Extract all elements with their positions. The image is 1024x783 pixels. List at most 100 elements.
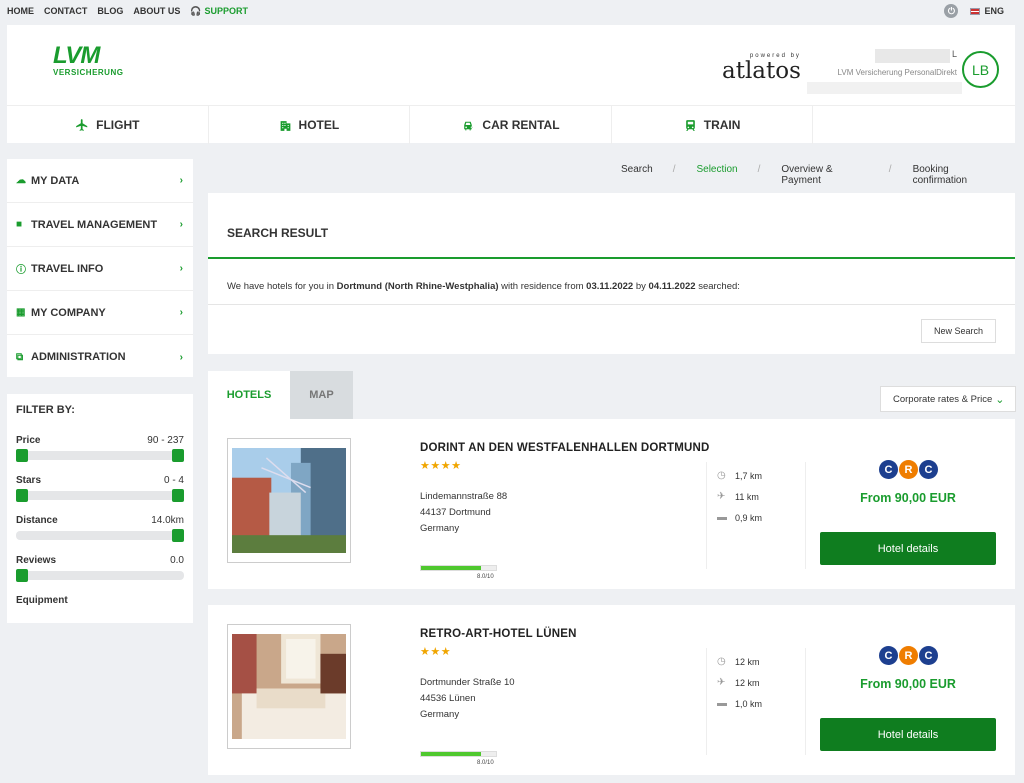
step-separator: / <box>672 164 676 175</box>
distance-train: ▬ 1,0 km <box>717 693 805 714</box>
equipment-label[interactable]: Equipment <box>16 595 184 606</box>
tab-hotels[interactable]: HOTELS <box>208 371 290 419</box>
about-us-link[interactable]: ABOUT US <box>133 6 180 16</box>
tab-train[interactable]: TRAIN <box>612 106 814 144</box>
step-search[interactable]: Search <box>621 164 653 186</box>
stars-min-handle[interactable] <box>16 489 28 502</box>
stars-value: 0 - 4 <box>163 475 184 486</box>
rating-fill <box>421 566 481 570</box>
blog-link[interactable]: BLOG <box>97 6 123 16</box>
hotel-city: 44137 Dortmund <box>420 507 491 518</box>
divider <box>208 257 1015 259</box>
search-result-title: SEARCH RESULT <box>227 226 329 240</box>
price-slider[interactable] <box>16 449 184 462</box>
power-icon[interactable]: ⏻ <box>944 4 959 18</box>
sidebar-item-travel-info[interactable]: ⓘ TRAVEL INFO › <box>7 247 193 291</box>
hotel-distances: ◷ 12 km ✈ 12 km ▬ 1,0 km <box>706 648 806 755</box>
summary-city: Dortmund (North Rhine-Westphalia) <box>336 281 499 292</box>
search-summary: We have hotels for you in Dortmund (Nort… <box>227 281 740 292</box>
distance-center-value: 1,7 km <box>735 470 763 481</box>
sidebar-item-label: ADMINISTRATION <box>31 351 126 363</box>
sidebar-item-administration[interactable]: ⧉ ADMINISTRATION › <box>7 335 193 379</box>
hotel-image[interactable] <box>227 438 351 563</box>
rating-bar <box>420 565 497 571</box>
summary-mid: with residence from <box>501 281 584 292</box>
uk-flag-icon <box>970 7 981 15</box>
step-overview-payment: Overview & Payment <box>781 164 833 186</box>
car-icon <box>464 121 473 130</box>
tab-hotel-label: HOTEL <box>298 118 340 132</box>
sort-dropdown[interactable]: Corporate rates & Price ⌄ <box>880 386 1016 412</box>
hotel-details-button[interactable]: Hotel details <box>820 718 996 751</box>
chevron-right-icon: › <box>179 307 183 318</box>
crc-badge: C R C <box>879 460 938 479</box>
tab-flight[interactable]: FLIGHT <box>7 106 209 144</box>
filter-panel: FILTER BY: Price 90 - 237 Stars 0 - 4 Di… <box>7 394 193 623</box>
language-label: ENG <box>984 6 1004 16</box>
crc-c-icon: C <box>879 460 898 479</box>
price-min-handle[interactable] <box>16 449 28 462</box>
lvm-logo[interactable]: LVM VERSICHERUNG <box>53 42 123 78</box>
price-filter-row: Price 90 - 237 <box>16 435 184 447</box>
stars-slider[interactable] <box>16 489 184 502</box>
filter-title: FILTER BY: <box>16 404 75 416</box>
stars-max-handle[interactable] <box>172 489 184 502</box>
distance-airport-value: 12 km <box>735 677 760 688</box>
crc-c2-icon: C <box>919 646 938 665</box>
sidebar-item-travel-management[interactable]: ■ TRAVEL MANAGEMENT › <box>7 203 193 247</box>
tab-map[interactable]: MAP <box>290 371 353 419</box>
tab-car-rental-label: CAR RENTAL <box>482 118 560 132</box>
hotel-image[interactable] <box>227 624 351 749</box>
new-search-button[interactable]: New Search <box>921 319 996 343</box>
distance-slider[interactable] <box>16 529 184 542</box>
tab-hotel[interactable]: HOTEL <box>209 106 411 144</box>
top-bar: HOME CONTACT BLOG ABOUT US 🎧 SUPPORT ⏻ E… <box>0 0 1024 22</box>
home-link[interactable]: HOME <box>7 6 34 16</box>
hotel-photo <box>232 448 346 553</box>
reviews-slider[interactable] <box>16 569 184 582</box>
hotel-details-button[interactable]: Hotel details <box>820 532 996 565</box>
hotel-stars: ★★★★ <box>420 460 462 472</box>
summary-suffix: searched: <box>698 281 740 292</box>
step-booking-confirmation: Booking confirmation <box>912 164 968 186</box>
hotel-name[interactable]: RETRO-ART-HOTEL LÜNEN <box>420 628 577 640</box>
distance-center: ◷ 12 km <box>717 651 805 672</box>
stars-filter-row: Stars 0 - 4 <box>16 475 184 487</box>
distance-handle[interactable] <box>172 529 184 542</box>
hotel-address: Lindemannstraße 88 44137 Dortmund German… <box>420 489 507 537</box>
reviews-value: 0.0 <box>170 555 184 566</box>
hotel-name[interactable]: DORINT AN DEN WESTFALENHALLEN DORTMUND <box>420 442 710 454</box>
contact-link[interactable]: CONTACT <box>44 6 87 16</box>
reviews-handle[interactable] <box>16 569 28 582</box>
crc-c-icon: C <box>879 646 898 665</box>
clock-icon: ◷ <box>717 656 726 667</box>
price-max-handle[interactable] <box>172 449 184 462</box>
distance-center-value: 12 km <box>735 656 760 667</box>
sidebar-item-my-company[interactable]: ▦ MY COMPANY › <box>7 291 193 335</box>
reviews-filter-row: Reviews 0.0 <box>16 555 184 567</box>
chevron-right-icon: › <box>179 175 183 186</box>
sidebar-item-label: TRAVEL INFO <box>31 262 104 275</box>
distance-airport-value: 11 km <box>735 491 759 502</box>
redacted-user-detail <box>807 82 962 94</box>
distance-label: Distance <box>16 515 58 526</box>
chevron-right-icon: › <box>179 351 183 363</box>
info-icon: ⓘ <box>16 265 26 276</box>
tab-car-rental[interactable]: CAR RENTAL <box>410 106 612 144</box>
distance-value: 14.0km <box>151 515 184 526</box>
distance-train-value: 0,9 km <box>735 512 763 523</box>
header: LVM VERSICHERUNG powered by atlatos L LV… <box>7 25 1015 144</box>
support-link[interactable]: 🎧 SUPPORT <box>190 6 248 17</box>
language-selector[interactable]: ENG <box>970 6 1004 16</box>
chevron-right-icon: › <box>179 263 183 274</box>
distance-filter-row: Distance 14.0km <box>16 515 184 527</box>
avatar[interactable]: LB <box>962 51 999 88</box>
headset-icon: 🎧 <box>190 5 202 16</box>
distance-train-value: 1,0 km <box>735 698 763 709</box>
train-icon: ▬ <box>717 698 727 709</box>
sidebar-item-my-data[interactable]: ☁ MY DATA › <box>7 159 193 203</box>
hotel-price: From 90,00 EUR <box>860 491 956 505</box>
logo-main: LVM <box>53 42 100 69</box>
hotel-country: Germany <box>420 523 460 534</box>
summary-prefix: We have hotels for you in <box>227 281 335 292</box>
